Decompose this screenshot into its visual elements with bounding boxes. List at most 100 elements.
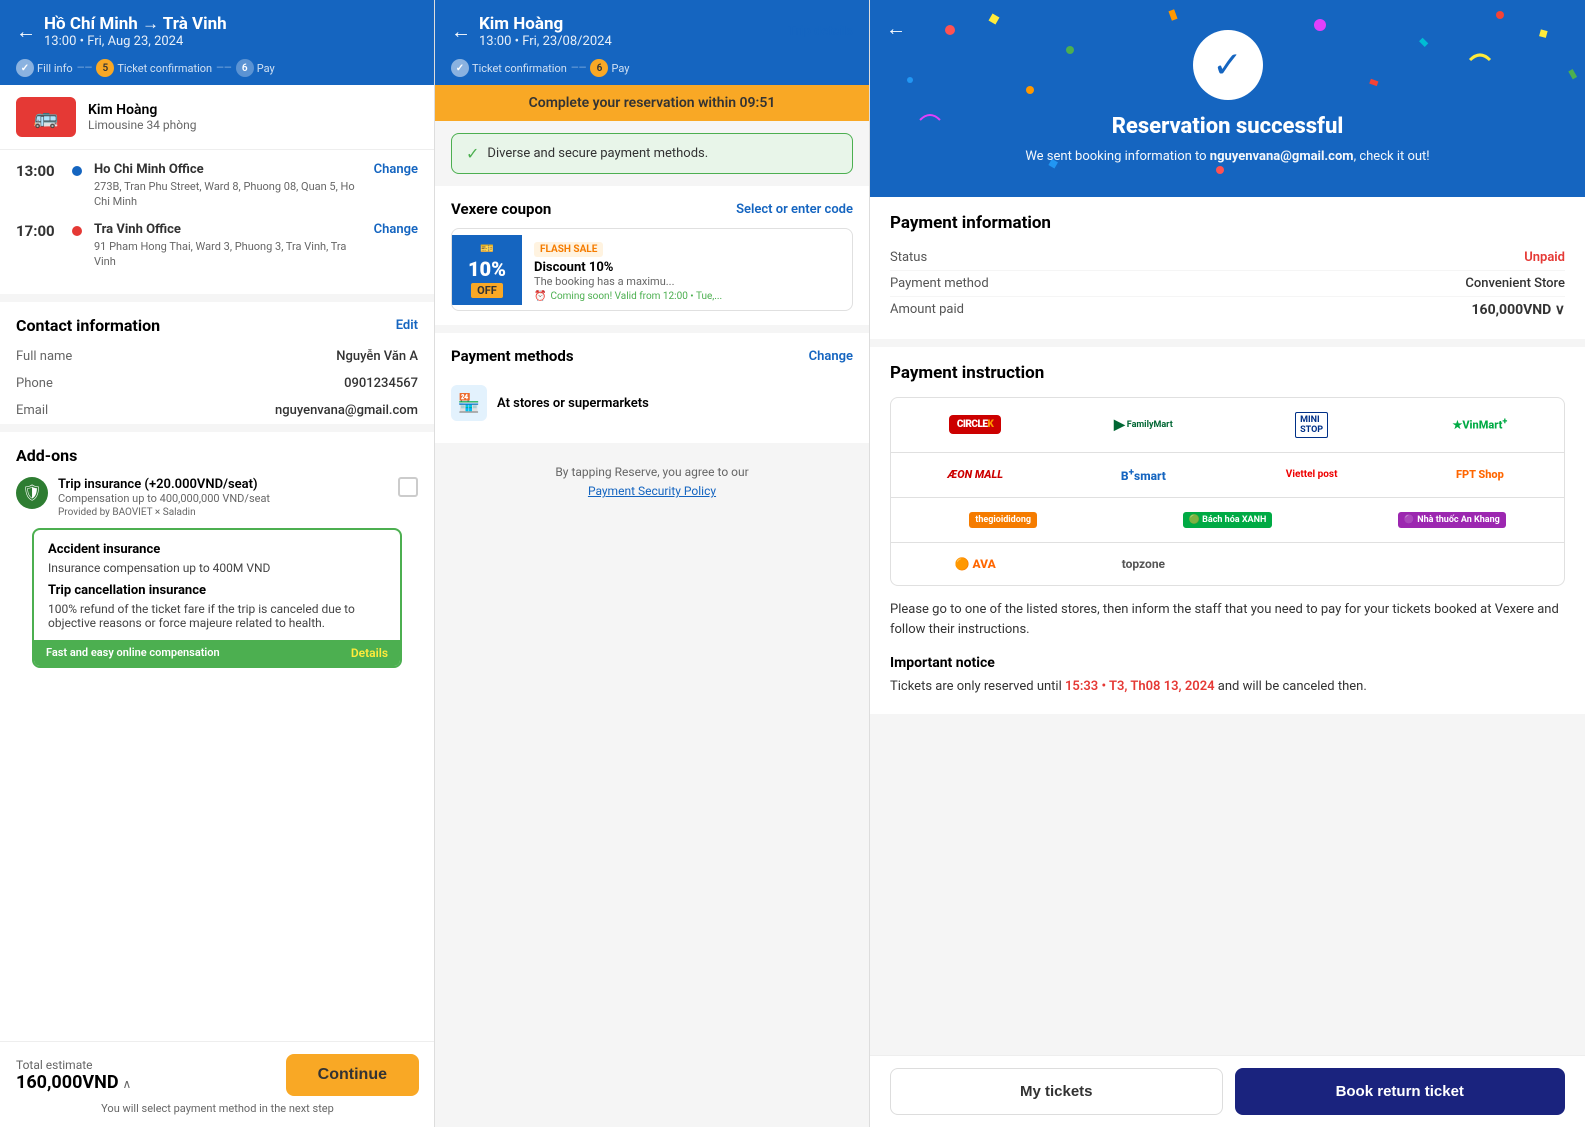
payment-info-title: Payment information: [890, 213, 1565, 233]
payment-method-label: Payment method: [890, 276, 989, 291]
addons-title: Add-ons: [16, 446, 418, 465]
contact-title: Contact information: [16, 316, 160, 335]
shield-icon: 🛡: [16, 477, 48, 509]
logo-aeon: ÆON MALL: [891, 462, 1059, 487]
change-arrive-button[interactable]: Change: [374, 222, 418, 237]
progress-bar-s2: ✓ Ticket confirmation —— 6 Pay: [451, 59, 853, 77]
logo-bachhoaxanh: 🟢 Bách hóa XANH: [1115, 506, 1339, 534]
step-pay-s2: 6: [590, 59, 608, 77]
email-row: Email nguyenvana@gmail.com: [0, 397, 434, 424]
route-row-arrive: 17:00 Tra Vinh Office 91 Pham Hong Thai,…: [16, 222, 418, 270]
success-title: Reservation successful: [1112, 114, 1344, 139]
amount-value[interactable]: 160,000VND ∨: [1472, 302, 1566, 318]
logo-fpt: FPT Shop: [1396, 462, 1564, 487]
logo-tgdd: thegioididong: [891, 506, 1115, 534]
timer-banner: Complete your reservation within 09:51: [435, 85, 869, 121]
screen1-body: 🚌 Kim Hoàng Limousine 34 phòng 13:00 Ho …: [0, 85, 434, 1047]
screen2-header: ← Kim Hoàng 13:00 • Fri, 23/08/2024 Trip…: [435, 0, 869, 85]
passenger-name-s2: Kim Hoàng: [479, 14, 612, 34]
depart-address: 273B, Tran Phu Street, Ward 8, Phuong 08…: [94, 179, 362, 210]
total-price-s1: 160,000VND: [16, 1072, 119, 1093]
screen2-payment: ← Kim Hoàng 13:00 • Fri, 23/08/2024 Trip…: [435, 0, 870, 1127]
important-notice: Important notice: [890, 655, 1565, 671]
payment-instruction-card: Payment instruction CIRCLEK ▶ FamilyMart…: [870, 347, 1585, 714]
logo-ankhangnha: 🟣 Nhà thuốc An Khang: [1340, 506, 1564, 534]
step-fill-info-label: Fill info: [37, 62, 73, 75]
arrive-office: Tra Vinh Office: [94, 222, 362, 237]
depart-dot: [72, 166, 82, 176]
payment-method-row: Payment method Convenient Store: [890, 271, 1565, 297]
screen3-body: Payment information Status Unpaid Paymen…: [870, 197, 1585, 1048]
coupon-desc: The booking has a maximu...: [534, 275, 840, 288]
total-label-s1: Total estimate: [16, 1058, 131, 1072]
status-row: Status Unpaid: [890, 245, 1565, 271]
back-button-s2[interactable]: ←: [451, 19, 471, 44]
addons-section: Add-ons 🛡 Trip insurance (+20.000VND/sea…: [0, 424, 434, 668]
logo-vinmart: ★VinMart+: [1396, 411, 1564, 438]
phone-label: Phone: [16, 376, 53, 391]
checkmark-icon: ✓: [1212, 44, 1242, 86]
payment-section: Payment methods Change 🏪 At stores or su…: [435, 333, 869, 443]
agree-text: By tapping Reserve, you agree to our Pay…: [435, 451, 869, 505]
footer-note-s1: You will select payment method in the ne…: [16, 1102, 419, 1115]
fullname-value: Nguyễn Văn A: [336, 349, 418, 364]
insurance-desc: Compensation up to 400,000,000 VND/seat: [58, 492, 270, 505]
trip-details-link[interactable]: Trip details: [788, 24, 853, 39]
select-code-button[interactable]: Select or enter code: [736, 202, 853, 217]
cancellation-desc: 100% refund of the ticket fare if the tr…: [48, 602, 386, 630]
payment-info-card: Payment information Status Unpaid Paymen…: [870, 197, 1585, 347]
status-value: Unpaid: [1524, 250, 1565, 265]
insurance-name: Trip insurance (+20.000VND/seat): [58, 477, 270, 492]
success-desc: We sent booking information to nguyenvan…: [1025, 147, 1429, 167]
depart-office: Ho Chi Minh Office: [94, 162, 362, 177]
instruction-text: Please go to one of the listed stores, t…: [890, 600, 1565, 642]
back-button-s1[interactable]: ←: [16, 19, 36, 44]
continue-button[interactable]: Continue: [286, 1054, 419, 1096]
payment-instruction-title: Payment instruction: [890, 363, 1565, 383]
screen3-success: ← ✓ Reservation successful We sent booki…: [870, 0, 1585, 1127]
store-label: At stores or supermarkets: [497, 396, 649, 411]
store-row: 🏪 At stores or supermarkets: [451, 377, 853, 429]
arrive-dot: [72, 226, 82, 236]
cancellation-title: Trip cancellation insurance: [48, 583, 386, 598]
payment-security-policy-link[interactable]: Payment Security Policy: [588, 484, 716, 498]
screen1-ticket-confirmation: ← Hồ Chí Minh → Trà Vinh 13:00 • Fri, Au…: [0, 0, 435, 1127]
step-ticket-confirm: 5: [96, 59, 114, 77]
book-return-ticket-button[interactable]: Book return ticket: [1235, 1068, 1566, 1115]
insurance-checkbox[interactable]: [398, 477, 418, 497]
logos-row-2: ÆON MALL B+smart Viettel post FPT Shop: [891, 453, 1564, 498]
bus-image: 🚌: [16, 97, 76, 137]
logo-ava: 🟠 AVA: [891, 551, 1059, 577]
insurance-providers: Provided by BAOVIET × Saladin: [58, 507, 270, 518]
my-tickets-button[interactable]: My tickets: [890, 1068, 1223, 1115]
secure-payment-msg: ✓ Diverse and secure payment methods.: [451, 133, 853, 174]
change-payment-button[interactable]: Change: [809, 349, 853, 364]
success-banner: ← ✓ Reservation successful We sent booki…: [870, 0, 1585, 197]
edit-contact-button[interactable]: Edit: [396, 318, 418, 333]
logos-row-3: thegioididong 🟢 Bách hóa XANH 🟣 Nhà thuố…: [891, 498, 1564, 543]
phone-value: 0901234567: [344, 376, 418, 391]
fullname-label: Full name: [16, 349, 72, 364]
bus-name: Kim Hoàng: [88, 102, 196, 118]
coupon-validity: ⏰ Coming soon! Valid from 12:00 • Tue,..…: [534, 291, 840, 302]
email-label: Email: [16, 403, 48, 418]
coupon-card[interactable]: 🎫 10% OFF FLASH SALE Discount 10% The bo…: [451, 228, 853, 311]
progress-bar-s1: ✓ Fill info —— 5 Ticket confirmation —— …: [16, 59, 418, 77]
coupon-image: 🎫 10% OFF: [452, 235, 522, 305]
route-datetime-s1: 13:00 • Fri, Aug 23, 2024: [44, 34, 227, 49]
status-label: Status: [890, 250, 927, 265]
bus-card: 🚌 Kim Hoàng Limousine 34 phòng: [0, 85, 434, 150]
accident-desc: Insurance compensation up to 400M VND: [48, 561, 386, 575]
fast-badge: Fast and easy online compensation Detail…: [34, 640, 400, 666]
amount-row: Amount paid 160,000VND ∨: [890, 297, 1565, 323]
step-ticket-confirm-s2: ✓: [451, 59, 469, 77]
details-link[interactable]: Details: [351, 646, 388, 660]
back-button-s3[interactable]: ←: [886, 16, 906, 41]
change-depart-button[interactable]: Change: [374, 162, 418, 177]
logos-row-1: CIRCLEK ▶ FamilyMart MINISTOP ★VinMart+: [891, 398, 1564, 453]
check-green-icon: ✓: [466, 144, 479, 163]
coupon-section: Vexere coupon Select or enter code 🎫 10%…: [435, 186, 869, 325]
route-row-depart: 13:00 Ho Chi Minh Office 273B, Tran Phu …: [16, 162, 418, 210]
coupon-name: Discount 10%: [534, 260, 840, 275]
email-value: nguyenvana@gmail.com: [275, 403, 418, 418]
